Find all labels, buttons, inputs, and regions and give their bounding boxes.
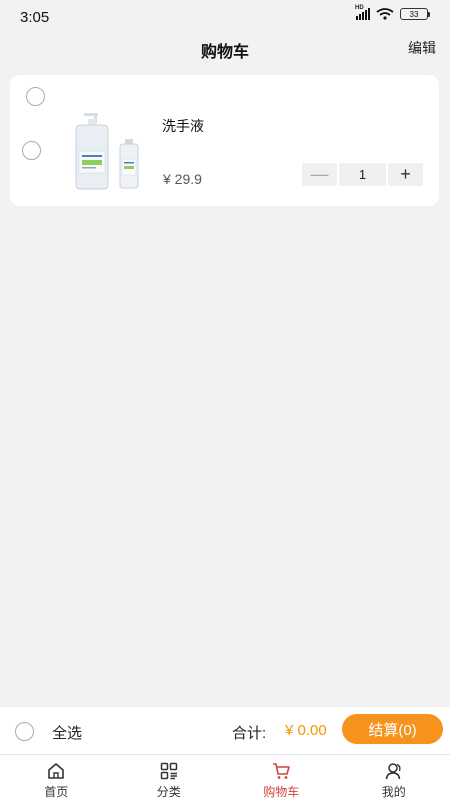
product-name[interactable]: 洗手液 [162, 116, 204, 136]
checkout-bar: 全选 合计: ¥ 0.00 结算(0) [0, 706, 450, 754]
network-type: HD [355, 5, 364, 11]
quantity-stepper: — 1 + [302, 163, 423, 186]
battery-icon: 33 [400, 8, 430, 20]
cart-item-card: 洗手液 ¥ 29.9 — 1 + [10, 75, 439, 206]
item-select-radio[interactable] [22, 141, 41, 160]
status-icons: HD 33 [355, 5, 430, 20]
home-icon [48, 763, 65, 779]
status-time: 3:05 [20, 9, 50, 26]
edit-button[interactable]: 编辑 [408, 38, 436, 58]
tab-category-label: 分类 [156, 785, 181, 799]
quantity-value[interactable]: 1 [339, 163, 386, 186]
tab-category[interactable]: 分类 [113, 755, 226, 800]
status-bar: 3:05 HD 33 [0, 0, 450, 32]
select-all-label[interactable]: 全选 [52, 722, 82, 743]
signal-icon: HD [355, 5, 370, 20]
tab-cart[interactable]: 购物车 [225, 755, 338, 800]
hand-sanitizer-image[interactable] [62, 111, 152, 191]
page-title: 购物车 [200, 44, 249, 61]
product-price: ¥ 29.9 [163, 171, 202, 187]
total-label: 合计: [232, 725, 267, 742]
tab-bar: 首页 分类 购物车 我的 [0, 754, 450, 800]
tab-home-label: 首页 [44, 785, 69, 799]
shop-select-radio[interactable] [26, 87, 45, 106]
tab-home[interactable]: 首页 [0, 755, 113, 800]
user-icon [385, 763, 401, 780]
cart-icon [273, 763, 291, 779]
select-all-radio[interactable] [15, 722, 34, 741]
tab-cart-label: 购物车 [263, 785, 300, 799]
battery-level: 33 [409, 9, 419, 19]
category-icon [160, 762, 177, 780]
wifi-icon [376, 8, 394, 20]
nav-bar: 购物车 编辑 [0, 32, 450, 62]
checkout-button[interactable]: 结算(0) [342, 714, 443, 744]
tab-mine[interactable]: 我的 [338, 755, 450, 800]
total-amount: ¥ 0.00 [285, 722, 327, 739]
tab-mine-label: 我的 [381, 785, 406, 799]
increase-quantity-button[interactable]: + [388, 163, 423, 186]
decrease-quantity-button[interactable]: — [302, 163, 337, 186]
